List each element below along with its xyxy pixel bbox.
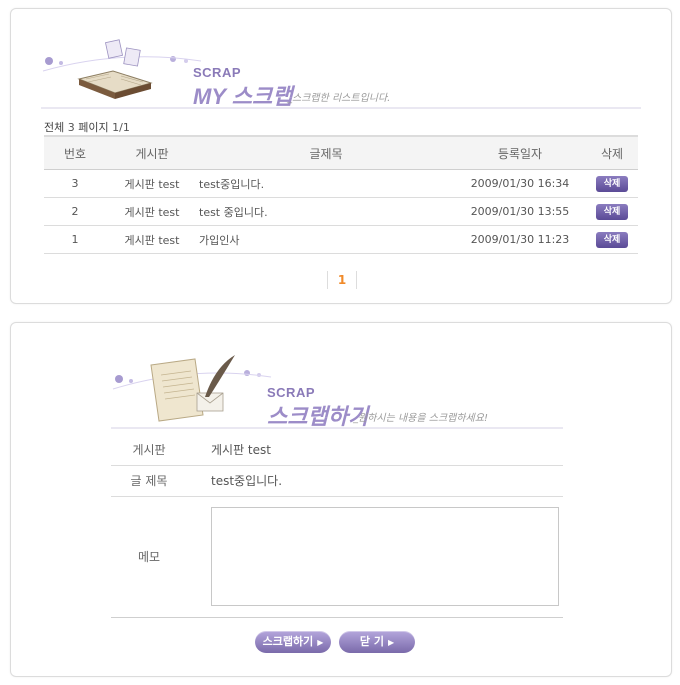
arrow-right-icon: ▶ xyxy=(317,638,324,647)
memo-textarea[interactable] xyxy=(211,507,559,606)
total-count: 3 xyxy=(67,121,75,134)
delete-button[interactable]: 삭제 xyxy=(596,231,628,248)
subject-label: 글 제목 xyxy=(130,474,168,488)
board-label: 게시판 xyxy=(132,443,166,457)
my-scrap-banner: SCRAP MY 스크랩 _스크랩한 리스트입니다. xyxy=(41,31,641,109)
arrow-right-icon: ▶ xyxy=(387,638,395,647)
row-date: 2009/01/30 16:34 xyxy=(454,169,586,198)
scrap-table: 번호 게시판 글제목 등록일자 삭제 3 게시판 test test중입니다. … xyxy=(44,135,638,254)
delete-button[interactable]: 삭제 xyxy=(596,175,628,192)
delete-button[interactable]: 삭제 xyxy=(596,203,628,220)
subject-row: 글 제목 test중입니다. xyxy=(111,472,563,492)
scrap-button-label: 스크랩하기 xyxy=(262,635,314,648)
memo-label: 메모 xyxy=(137,550,161,564)
close-button[interactable]: 닫 기 ▶ xyxy=(339,631,415,653)
scrap-tag-text: SCRAP xyxy=(193,65,242,80)
row-number: 2 xyxy=(44,197,106,226)
row-board: 게시판 test xyxy=(106,169,198,198)
close-button-label: 닫 기 xyxy=(359,635,384,648)
page-value: 1/1 xyxy=(112,121,130,134)
row-title-link[interactable]: 가입인사 xyxy=(198,225,454,254)
row-divider xyxy=(111,617,563,618)
scrap-list-panel: SCRAP MY 스크랩 _스크랩한 리스트입니다. 전체 3 페이지 1/1 … xyxy=(10,8,672,304)
my-scrap-subtitle: _스크랩한 리스트입니다. xyxy=(287,93,391,104)
row-title-link[interactable]: test 중입니다. xyxy=(198,197,454,226)
list-summary: 전체 3 페이지 1/1 xyxy=(44,119,130,135)
row-divider xyxy=(111,465,563,466)
scrap-submit-button[interactable]: 스크랩하기 ▶ xyxy=(255,631,331,653)
row-date: 2009/01/30 13:55 xyxy=(454,197,586,226)
header-number: 번호 xyxy=(44,135,106,170)
scrap-form-banner: SCRAP 스크랩하기 _원하시는 내용을 스크랩하세요! xyxy=(111,345,563,429)
page-label: 페이지 xyxy=(78,121,109,134)
row-number: 1 xyxy=(44,225,106,254)
my-scrap-title: MY 스크랩 xyxy=(193,84,293,109)
header-board: 게시판 xyxy=(106,135,198,170)
subject-value: test중입니다. xyxy=(211,474,283,488)
board-row: 게시판 게시판 test xyxy=(111,441,563,461)
table-header-row: 번호 게시판 글제목 등록일자 삭제 xyxy=(44,135,638,170)
header-date: 등록일자 xyxy=(454,135,586,170)
table-row: 2 게시판 test test 중입니다. 2009/01/30 13:55 삭… xyxy=(44,197,638,226)
row-date: 2009/01/30 11:23 xyxy=(454,225,586,254)
row-divider xyxy=(111,496,563,497)
total-label: 전체 xyxy=(44,121,65,134)
scrap-form-subtitle: _원하시는 내용을 스크랩하세요! xyxy=(353,413,488,424)
row-number: 3 xyxy=(44,169,106,198)
scrap-tag-text: SCRAP xyxy=(267,385,316,400)
scrap-form-panel: SCRAP 스크랩하기 _원하시는 내용을 스크랩하세요! 게시판 게시판 te… xyxy=(10,322,672,677)
header-title: 글제목 xyxy=(198,135,454,170)
table-row: 3 게시판 test test중입니다. 2009/01/30 16:34 삭제 xyxy=(44,169,638,198)
table-row: 1 게시판 test 가입인사 2009/01/30 11:23 삭제 xyxy=(44,225,638,254)
pagination-current-page[interactable]: 1 xyxy=(327,271,357,289)
row-board: 게시판 test xyxy=(106,225,198,254)
row-title-link[interactable]: test중입니다. xyxy=(198,169,454,198)
board-value: 게시판 test xyxy=(211,443,271,457)
header-delete: 삭제 xyxy=(586,135,638,170)
row-board: 게시판 test xyxy=(106,197,198,226)
